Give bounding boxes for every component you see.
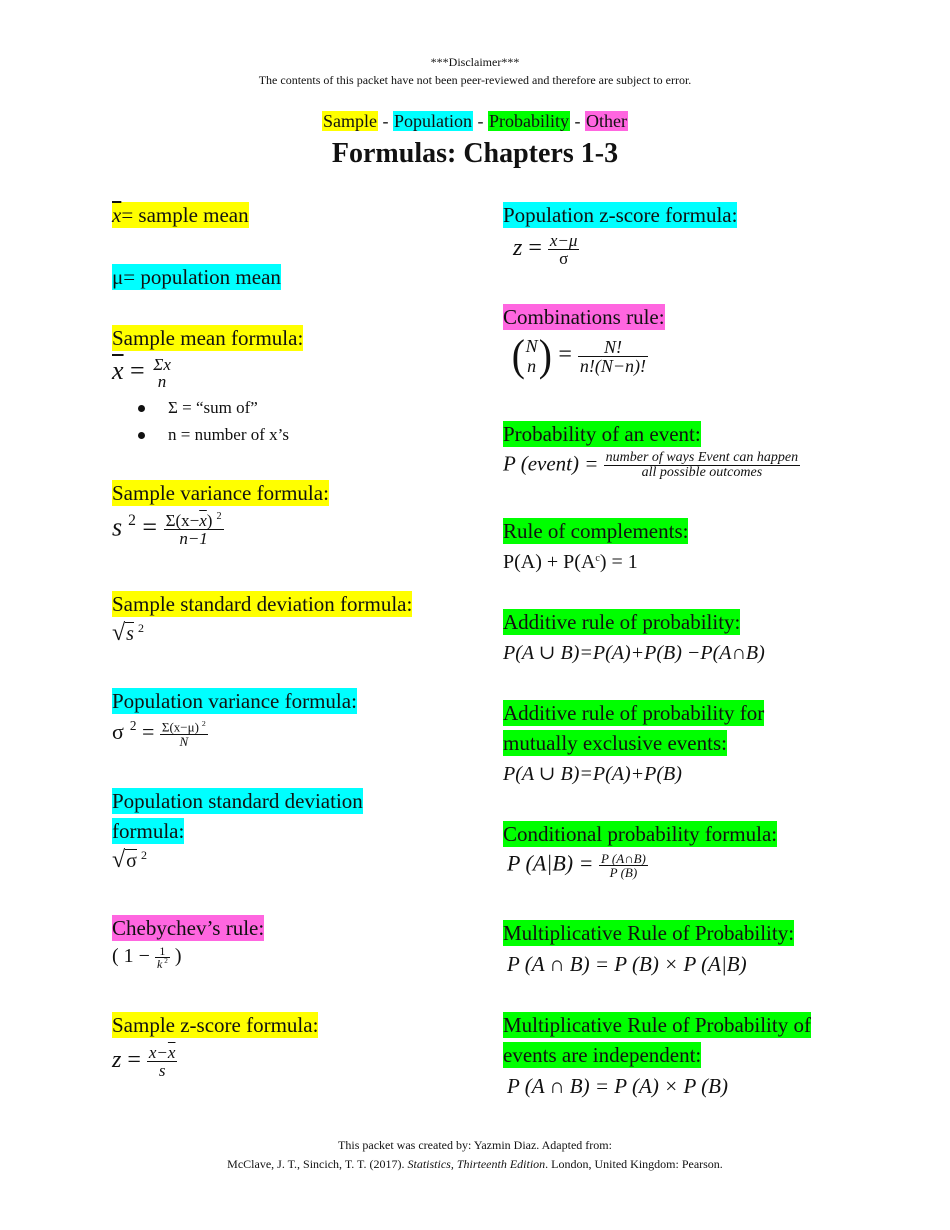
additive-exclusive-label-line2: mutually exclusive events: <box>503 730 727 756</box>
sample-mean-notes: Σ = “sum of” n = number of x’s <box>138 394 482 448</box>
sample-mean-label: Sample mean formula: <box>112 325 304 351</box>
legend-other: Other <box>585 111 628 131</box>
close-paren-icon: ) <box>538 331 552 380</box>
xbar-definition: x= sample mean <box>112 200 482 230</box>
multiplicative-label: Multiplicative Rule of Probability: <box>503 920 795 946</box>
multiplicative-independent-formula: P (A ∩ B) = P (A) × P (B) <box>507 1074 728 1098</box>
population-variance-formula: σ2 = Σ(x−μ) 2 N <box>112 718 208 749</box>
mu-definition: μ= population mean <box>112 262 482 292</box>
population-sd-formula: √σ 2 <box>112 847 147 873</box>
population-z-section: Population z-score formula: z = x−μ σ <box>503 200 873 267</box>
population-variance-label: Population variance formula: <box>112 688 357 714</box>
multiplicative-independent-section: Multiplicative Rule of Probability of ev… <box>503 1010 903 1097</box>
mu-definition-text: = population mean <box>123 265 281 289</box>
additive-exclusive-label-line1: Additive rule of probability for <box>503 700 765 726</box>
population-sd-label-line1: Population standard deviation <box>112 788 363 814</box>
sample-sd-formula: √s 2 <box>112 620 144 646</box>
prob-event-label: Probability of an event: <box>503 421 701 447</box>
population-z-label: Population z-score formula: <box>503 202 738 228</box>
conditional-label: Conditional probability formula: <box>503 821 778 847</box>
complements-label: Rule of complements: <box>503 518 689 544</box>
combinations-section: Combinations rule: (Nn) = N! n!(N−n)! <box>503 302 873 378</box>
multiplicative-section: Multiplicative Rule of Probability: P (A… <box>503 918 873 975</box>
complements-section: Rule of complements: P(A) + P(Ac) = 1 <box>503 516 873 572</box>
prob-event-section: Probability of an event: P (event) = num… <box>503 419 903 480</box>
citation-book-title: Statistics, Thirteenth Edition <box>407 1157 546 1171</box>
sample-z-label: Sample z-score formula: <box>112 1012 319 1038</box>
list-item: Σ = “sum of” <box>138 394 482 421</box>
population-sd-label-line2: formula: <box>112 818 185 844</box>
footer-citation: McClave, J. T., Sincich, T. T. (2017). S… <box>227 1157 723 1171</box>
additive-formula: P(A ∪ B)=P(A)+P(B) −P(A∩B) <box>503 642 765 664</box>
sample-variance-label: Sample variance formula: <box>112 480 329 506</box>
sqrt-icon: √ <box>112 847 126 873</box>
additive-exclusive-formula: P(A ∪ B)=P(A)+P(B) <box>503 763 682 785</box>
mu-symbol: μ <box>112 265 124 289</box>
conditional-formula: P (A|B) = P (A∩B) P (B) <box>507 850 648 880</box>
population-sd-section: Population standard deviation formula: √… <box>112 786 482 872</box>
page-title: Formulas: Chapters 1-3 <box>331 138 619 169</box>
sample-mean-formula: x = Σx n <box>112 355 171 391</box>
legend-separator: - <box>574 111 581 131</box>
sqrt-icon: √ <box>112 620 126 646</box>
chebychev-formula: ( 1 − 1 k2 ) <box>112 944 182 972</box>
list-item: n = number of x’s <box>138 421 482 448</box>
xbar-definition-text: = sample mean <box>121 203 249 227</box>
chebychev-section: Chebychev’s rule: ( 1 − 1 k2 ) <box>112 913 482 970</box>
complements-formula: P(A) + P(Ac) = 1 <box>503 551 638 573</box>
multiplicative-independent-label-line2: events are independent: <box>503 1042 702 1068</box>
additive-section: Additive rule of probability: P(A ∪ B)=P… <box>503 607 873 663</box>
multiplicative-independent-label-line1: Multiplicative Rule of Probability of <box>503 1012 811 1038</box>
disclaimer-title: ***Disclaimer*** <box>430 55 520 69</box>
legend-probability: Probability <box>488 111 571 131</box>
xbar-symbol: x <box>112 203 122 227</box>
color-legend: Sample - Population - Probability - Othe… <box>0 111 950 132</box>
chebychev-label: Chebychev’s rule: <box>112 915 265 941</box>
legend-population: Population <box>393 111 474 131</box>
sample-mean-section: Sample mean formula: x = Σx n Σ = “sum o… <box>112 323 482 448</box>
sample-z-formula: z = x−x s <box>112 1043 178 1080</box>
combinations-formula: (Nn) = N! n!(N−n)! <box>511 331 649 380</box>
footer-credit: This packet was created by: Yazmin Diaz.… <box>338 1138 612 1152</box>
sample-variance-section: Sample variance formula: s2 = Σ(x−x) 2 n−… <box>112 478 482 547</box>
open-paren-icon: ( <box>511 331 525 380</box>
sample-sd-label: Sample standard deviation formula: <box>112 591 413 617</box>
sample-sd-section: Sample standard deviation formula: √s 2 <box>112 589 482 645</box>
sample-variance-formula: s2 = Σ(x−x) 2 n−1 <box>112 511 224 549</box>
population-variance-section: Population variance formula: σ2 = Σ(x−μ)… <box>112 686 482 748</box>
conditional-section: Conditional probability formula: P (A|B)… <box>503 819 873 879</box>
combinations-label: Combinations rule: <box>503 304 665 330</box>
population-z-formula: z = x−μ σ <box>513 231 580 268</box>
legend-sample: Sample <box>322 111 378 131</box>
legend-separator: - <box>382 111 389 131</box>
legend-separator: - <box>477 111 484 131</box>
multiplicative-formula: P (A ∩ B) = P (B) × P (A|B) <box>507 952 747 976</box>
additive-exclusive-section: Additive rule of probability for mutuall… <box>503 698 873 784</box>
prob-event-formula: P (event) = number of ways Event can hap… <box>503 450 801 480</box>
sample-z-section: Sample z-score formula: z = x−x s <box>112 1010 482 1079</box>
additive-label: Additive rule of probability: <box>503 609 741 635</box>
disclaimer-text: The contents of this packet have not bee… <box>258 73 692 87</box>
